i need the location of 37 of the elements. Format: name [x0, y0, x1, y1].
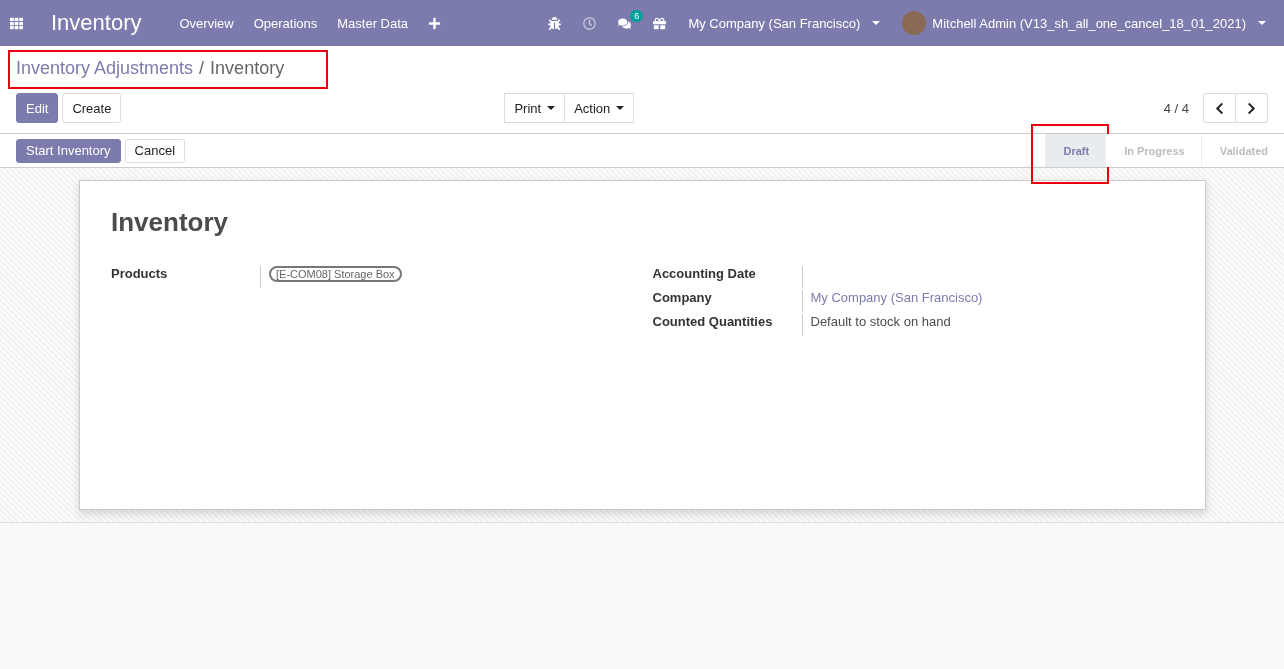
cancel-button[interactable]: Cancel — [124, 138, 185, 163]
breadcrumb-separator: / — [199, 58, 205, 79]
next-button[interactable] — [1236, 93, 1268, 123]
start-button[interactable]: Start Inventory — [16, 138, 121, 163]
form-title: Inventory — [111, 207, 230, 238]
field-label: Products — [111, 266, 261, 288]
bug-icon[interactable] — [548, 16, 562, 30]
clock-icon[interactable] — [583, 16, 597, 30]
pager-counter: 4 / 4 — [1163, 100, 1189, 116]
breadcrumb-link[interactable]: Inventory Adjustments — [16, 58, 194, 79]
menu-item[interactable]: Master Data — [337, 15, 409, 31]
menu-item[interactable]: Operations — [253, 15, 318, 31]
field-label: Accounting Date — [652, 266, 803, 288]
breadcrumb-current: Inventory — [210, 58, 285, 79]
print-button[interactable]: Print — [504, 93, 566, 123]
app-title: Inventory — [51, 10, 142, 36]
company-switcher[interactable]: My Company (San Francisco) — [688, 15, 881, 31]
product-tag: [E-COM08] Storage Box — [269, 266, 402, 282]
create-button[interactable]: Create — [62, 93, 122, 123]
plus-icon[interactable] — [428, 16, 442, 30]
apps-menu-icon[interactable] — [10, 16, 23, 30]
previous-button[interactable] — [1203, 93, 1236, 123]
field-value: Default to stock on hand — [810, 314, 951, 329]
field-label: Counted Quantities — [652, 314, 803, 336]
stage-tab[interactable]: Draft — [1044, 134, 1106, 167]
message-count-badge: 6 — [630, 9, 644, 22]
action-button[interactable]: Action — [565, 93, 635, 123]
company-link[interactable]: My Company (San Francisco) — [810, 290, 983, 305]
menu-item[interactable]: Overview — [179, 15, 234, 31]
chat-icon[interactable] — [618, 16, 632, 30]
edit-button[interactable]: Edit — [16, 93, 59, 123]
avatar — [902, 11, 927, 35]
user-menu[interactable]: Mitchell Admin (V13_sh_all_one_cancel_18_01_2021) — [902, 11, 1266, 35]
gift-icon[interactable] — [653, 16, 667, 30]
chevron-left-icon — [1213, 101, 1226, 115]
chevron-right-icon — [1245, 101, 1258, 115]
field-label: Company — [652, 290, 803, 312]
